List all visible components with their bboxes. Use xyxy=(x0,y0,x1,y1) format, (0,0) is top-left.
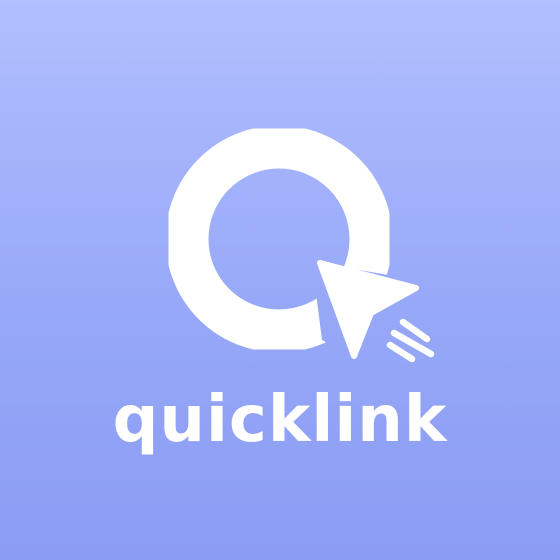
q-letter-logo-icon xyxy=(165,125,435,363)
speed-lines-icon xyxy=(386,318,435,363)
app-icon: quicklink xyxy=(0,0,560,560)
cursor-arrow-icon xyxy=(317,260,419,359)
brand-wordmark: quicklink xyxy=(112,383,448,457)
